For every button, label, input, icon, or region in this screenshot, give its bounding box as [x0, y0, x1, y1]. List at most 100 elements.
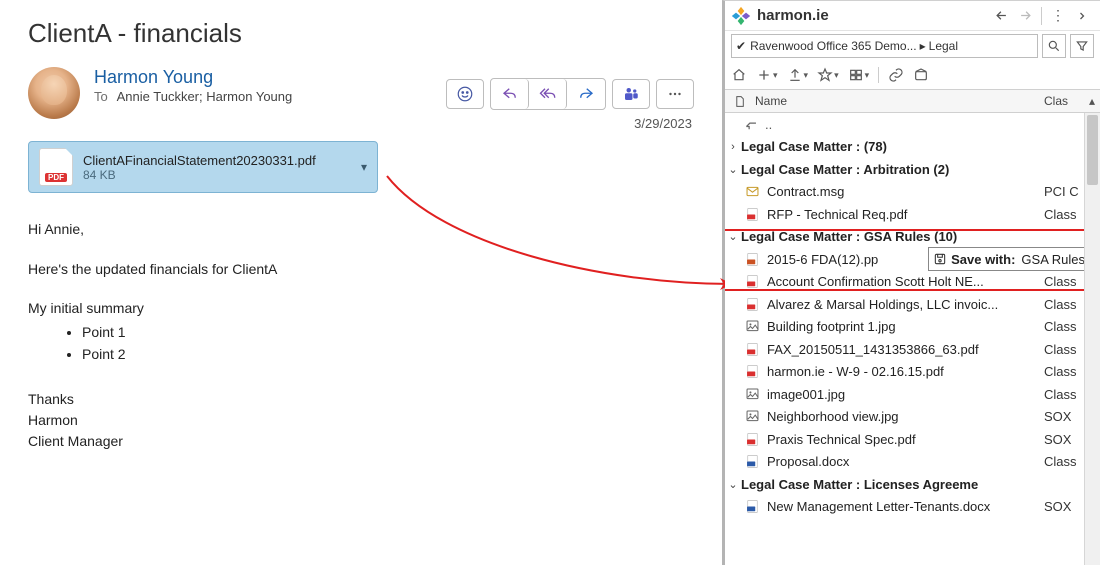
- home-button[interactable]: [731, 67, 747, 83]
- email-body: Hi Annie, Here's the updated financials …: [28, 219, 694, 452]
- list-item[interactable]: Neighborhood view.jpgSOX: [725, 406, 1084, 429]
- file-class: Class: [1044, 207, 1084, 222]
- name-column-header[interactable]: Name: [753, 94, 1044, 108]
- list-item[interactable]: Building footprint 1.jpgClass: [725, 316, 1084, 339]
- upload-button[interactable]: ▾: [787, 67, 809, 83]
- file-icon-header[interactable]: [725, 95, 753, 108]
- list-item[interactable]: Account Confirmation Scott Holt NE...Cla…: [725, 271, 1084, 294]
- list-item[interactable]: image001.jpgClass: [725, 383, 1084, 406]
- harmonie-panel: harmon.ie ⋮ ✔ Ravenwood Office 365 Demo.…: [722, 0, 1100, 565]
- file-name: Praxis Technical Spec.pdf: [767, 432, 1044, 447]
- reply-group: [490, 78, 606, 110]
- panel-titlebar: harmon.ie ⋮: [725, 1, 1100, 31]
- list-group[interactable]: ⌄Legal Case Matter : Arbitration (2): [725, 158, 1084, 181]
- file-name: Proposal.docx: [767, 454, 1044, 469]
- list-item[interactable]: Contract.msgPCI C: [725, 181, 1084, 204]
- file-class: SOX: [1044, 432, 1084, 447]
- file-list[interactable]: Save with: GSA Rules ..›Legal Case Matte…: [725, 113, 1084, 565]
- file-name: Account Confirmation Scott Holt NE...: [767, 274, 1044, 289]
- list-item[interactable]: Alvarez & Marsal Holdings, LLC invoic...…: [725, 293, 1084, 316]
- body-greeting: Hi Annie,: [28, 219, 694, 241]
- group-caret-icon[interactable]: ⌄: [725, 230, 741, 243]
- attach-button[interactable]: [913, 67, 929, 83]
- group-caret-icon[interactable]: ⌄: [725, 478, 741, 491]
- file-name: New Management Letter-Tenants.docx: [767, 499, 1044, 514]
- file-name: image001.jpg: [767, 387, 1044, 402]
- file-class: Class: [1044, 342, 1084, 357]
- list-item[interactable]: FAX_20150511_1431353866_63.pdfClass: [725, 338, 1084, 361]
- panel-toolbar: ▾ ▾ ▾ ▾: [725, 61, 1100, 89]
- signoff-title: Client Manager: [28, 431, 694, 452]
- file-class: Class: [1044, 274, 1084, 289]
- save-with-value: GSA Rules: [1021, 252, 1084, 267]
- save-with-icon: [933, 252, 947, 266]
- pdf-file-icon: [743, 364, 761, 380]
- search-button[interactable]: [1042, 34, 1066, 58]
- group-caret-icon[interactable]: ›: [725, 141, 741, 153]
- list-item[interactable]: Praxis Technical Spec.pdfSOX: [725, 428, 1084, 451]
- pdf-file-icon: [743, 206, 761, 222]
- img-file-icon: [743, 386, 761, 402]
- forward-button[interactable]: [567, 79, 605, 109]
- expand-panel-button[interactable]: [1070, 4, 1094, 28]
- forward-nav-button[interactable]: [1013, 4, 1037, 28]
- pdf-file-icon: [743, 341, 761, 357]
- pdf-file-icon: [743, 431, 761, 447]
- scroll-up-button[interactable]: ▴: [1084, 94, 1100, 108]
- file-name: Neighborhood view.jpg: [767, 409, 1044, 424]
- sender-avatar[interactable]: [28, 67, 80, 119]
- file-name: Contract.msg: [767, 184, 1044, 199]
- img-file-icon: [743, 319, 761, 335]
- file-class: Class: [1044, 297, 1084, 312]
- email-subject: ClientA - financials: [28, 18, 694, 49]
- view-button[interactable]: ▾: [848, 67, 870, 83]
- pdf-file-icon: [743, 274, 761, 290]
- teams-share-button[interactable]: [612, 79, 650, 109]
- attachment-size: 84 KB: [83, 168, 357, 182]
- pdf-file-icon: [743, 296, 761, 312]
- email-reading-pane: ClientA - financials Harmon Young To Ann…: [0, 0, 722, 565]
- file-name: Alvarez & Marsal Holdings, LLC invoic...: [767, 297, 1044, 312]
- panel-brand: harmon.ie: [757, 7, 829, 24]
- breadcrumb-row: ✔ Ravenwood Office 365 Demo... ▸ Legal: [725, 31, 1100, 61]
- harmonie-logo-icon: [731, 6, 751, 26]
- list-group[interactable]: ⌄Legal Case Matter : Licenses Agreeme: [725, 473, 1084, 496]
- panel-menu-button[interactable]: ⋮: [1046, 4, 1070, 28]
- new-button[interactable]: ▾: [756, 67, 778, 83]
- chevron-down-icon[interactable]: ▾: [361, 160, 367, 174]
- body-bullet-list: Point 1Point 2: [82, 322, 694, 365]
- file-class: Class: [1044, 364, 1084, 379]
- react-button[interactable]: [446, 79, 484, 109]
- body-summary-heading: My initial summary: [28, 298, 694, 320]
- list-item[interactable]: RFP - Technical Req.pdfClass: [725, 203, 1084, 226]
- list-group[interactable]: ›Legal Case Matter : (78): [725, 136, 1084, 159]
- up-icon: [741, 116, 759, 132]
- group-caret-icon[interactable]: ⌄: [725, 163, 741, 176]
- more-actions-button[interactable]: [656, 79, 694, 109]
- list-scrollbar[interactable]: [1084, 113, 1100, 565]
- list-item[interactable]: New Management Letter-Tenants.docxSOX: [725, 496, 1084, 519]
- list-item[interactable]: Proposal.docxClass: [725, 451, 1084, 474]
- reply-all-button[interactable]: [529, 79, 567, 109]
- list-group[interactable]: ⌄Legal Case Matter : GSA Rules (10): [725, 226, 1084, 249]
- body-line-1: Here's the updated financials for Client…: [28, 259, 694, 281]
- doc-file-icon: [743, 454, 761, 470]
- img-file-icon: [743, 409, 761, 425]
- link-button[interactable]: [888, 67, 904, 83]
- signoff-name: Harmon: [28, 410, 694, 431]
- reply-button[interactable]: [491, 79, 529, 109]
- scrollbar-thumb[interactable]: [1087, 115, 1098, 185]
- up-one-level[interactable]: ..: [725, 113, 1084, 136]
- attachment-card[interactable]: PDF ClientAFinancialStatement20230331.pd…: [28, 141, 378, 193]
- group-label: Legal Case Matter : Arbitration (2): [741, 162, 1084, 177]
- file-name: harmon.ie - W-9 - 02.16.15.pdf: [767, 364, 1044, 379]
- file-class: SOX: [1044, 499, 1084, 514]
- breadcrumb[interactable]: ✔ Ravenwood Office 365 Demo... ▸ Legal: [731, 34, 1038, 58]
- back-button[interactable]: [989, 4, 1013, 28]
- favorite-button[interactable]: ▾: [817, 67, 839, 83]
- list-item[interactable]: harmon.ie - W-9 - 02.16.15.pdfClass: [725, 361, 1084, 384]
- class-column-header[interactable]: Clas: [1044, 94, 1084, 108]
- filter-button[interactable]: [1070, 34, 1094, 58]
- breadcrumb-site: Ravenwood Office 365 Demo...: [750, 39, 917, 53]
- file-name: FAX_20150511_1431353866_63.pdf: [767, 342, 1044, 357]
